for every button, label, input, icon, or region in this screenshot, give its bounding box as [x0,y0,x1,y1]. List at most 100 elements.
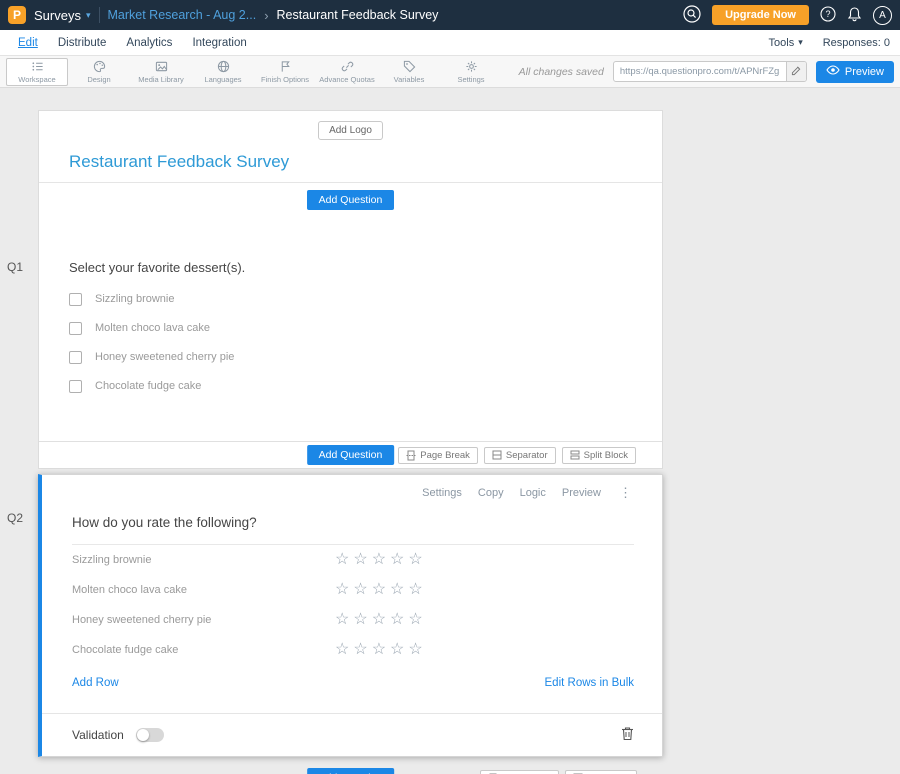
option-label[interactable]: Honey sweetened cherry pie [95,351,234,363]
option-label[interactable]: Molten choco lava cake [95,322,210,334]
pencil-icon [791,64,802,79]
question-logic-button[interactable]: Logic [520,487,546,499]
rating-row-label[interactable]: Molten choco lava cake [72,584,335,596]
split-block-button[interactable]: Split Block [562,447,636,464]
tool-variables[interactable]: Variables [378,57,440,87]
globe-icon [217,60,230,73]
avatar[interactable]: A [873,6,892,25]
page-break-button[interactable]: Page Break [398,447,478,464]
checkbox[interactable] [69,380,82,393]
question-1-text[interactable]: Select your favorite dessert(s). [69,260,632,275]
preview-button[interactable]: Preview [816,61,894,83]
upgrade-now-button[interactable]: Upgrade Now [712,5,809,25]
validation-label: Validation [72,728,124,742]
separator-button[interactable]: Separator [565,770,637,774]
topbar: P Surveys ▾ Market Research - Aug 2... ›… [0,0,900,30]
add-question-button-bottom[interactable]: Add Question [307,768,395,774]
survey-header: Add Logo Restaurant Feedback Survey [39,111,662,183]
question-2-text[interactable]: How do you rate the following? [72,505,634,545]
help-icon: ? [820,6,836,25]
checkbox[interactable] [69,351,82,364]
tab-analytics[interactable]: Analytics [116,30,182,55]
add-question-button-top[interactable]: Add Question [307,190,395,210]
page-break-icon [406,450,416,461]
questionpro-logo[interactable]: P [8,6,26,24]
search-icon [683,5,701,26]
survey-column: Add Logo Restaurant Feedback Survey Add … [38,88,663,774]
search-button[interactable] [683,5,701,26]
survey-title[interactable]: Restaurant Feedback Survey [69,152,662,172]
rating-row-label[interactable]: Honey sweetened cherry pie [72,614,335,626]
add-logo-button[interactable]: Add Logo [318,121,383,140]
add-question-button-mid[interactable]: Add Question [307,445,395,465]
add-row-link[interactable]: Add Row [72,677,119,689]
tool-design[interactable]: Design [68,57,130,87]
page-break-label: Page Break [420,450,470,461]
tag-icon [403,60,416,73]
svg-text:?: ? [825,9,830,19]
chevron-right-icon: › [264,8,268,23]
star-rating-icons[interactable]: ☆☆☆☆☆ [335,552,427,568]
checkbox[interactable] [69,293,82,306]
tool-label: Languages [204,75,241,84]
menubar: Edit Distribute Analytics Integration To… [0,30,900,56]
rating-row: Sizzling brownie ☆☆☆☆☆ [72,545,634,575]
star-rating-icons[interactable]: ☆☆☆☆☆ [335,642,427,658]
tool-label: Advance Quotas [319,75,374,84]
flag-icon [279,60,292,73]
responses-count[interactable]: Responses: 0 [823,37,890,49]
tool-advance-quotas[interactable]: Advance Quotas [316,57,378,87]
tool-languages[interactable]: Languages [192,57,254,87]
delete-question-button[interactable] [621,726,634,744]
option-row: Sizzling brownie [69,292,632,306]
palette-icon [93,60,106,73]
validation-toggle[interactable] [136,728,164,742]
link-icon [341,60,354,73]
divider [99,7,100,23]
page-break-button[interactable]: Page Break [480,770,560,774]
question-menu: Settings Copy Logic Preview ⋮ [72,481,634,505]
survey-url-input[interactable] [614,66,786,77]
tool-media-library[interactable]: Media Library [130,57,192,87]
separator-button[interactable]: Separator [484,447,556,464]
star-rating-icons[interactable]: ☆☆☆☆☆ [335,582,427,598]
rating-row-label[interactable]: Chocolate fudge cake [72,644,335,656]
image-icon [155,60,168,73]
question-settings-button[interactable]: Settings [422,487,462,499]
tool-label: Finish Options [261,75,309,84]
edit-url-button[interactable] [786,61,806,82]
tool-label: Design [87,75,110,84]
block-actions-bar: Add Question Page Break Separator [39,441,662,468]
question-number-q2: Q2 [7,511,23,525]
eye-icon [826,65,840,78]
tool-workspace[interactable]: Workspace [6,58,68,86]
edit-rows-in-bulk-link[interactable]: Edit Rows in Bulk [545,677,634,689]
survey-block-1: Add Logo Restaurant Feedback Survey Add … [38,110,663,469]
tools-dropdown[interactable]: Tools ▾ [769,37,803,49]
rating-row: Molten choco lava cake ☆☆☆☆☆ [72,575,634,605]
tab-edit[interactable]: Edit [8,30,48,55]
separator-icon [492,450,502,460]
surveys-label: Surveys [34,8,81,23]
notifications-button[interactable] [847,6,862,25]
more-options-icon[interactable]: ⋮ [617,485,634,501]
question-copy-button[interactable]: Copy [478,487,504,499]
breadcrumb-folder[interactable]: Market Research - Aug 2... [108,8,257,22]
star-rating-icons[interactable]: ☆☆☆☆☆ [335,612,427,628]
surveys-dropdown[interactable]: Surveys ▾ [34,8,91,23]
breadcrumb-survey-name[interactable]: Restaurant Feedback Survey [277,8,439,22]
rating-row-label[interactable]: Sizzling brownie [72,554,335,566]
tab-distribute[interactable]: Distribute [48,30,117,55]
trash-icon [621,726,634,744]
question-preview-button[interactable]: Preview [562,487,601,499]
help-button[interactable]: ? [820,6,836,25]
option-label[interactable]: Chocolate fudge cake [95,380,201,392]
save-status: All changes saved [519,66,604,78]
tool-settings[interactable]: Settings [440,57,502,87]
tool-finish-options[interactable]: Finish Options [254,57,316,87]
option-label[interactable]: Sizzling brownie [95,293,174,305]
block-actions-group: Page Break Separator Split Block [398,447,662,464]
tab-integration[interactable]: Integration [182,30,256,55]
rating-row: Chocolate fudge cake ☆☆☆☆☆ [72,635,634,665]
checkbox[interactable] [69,322,82,335]
